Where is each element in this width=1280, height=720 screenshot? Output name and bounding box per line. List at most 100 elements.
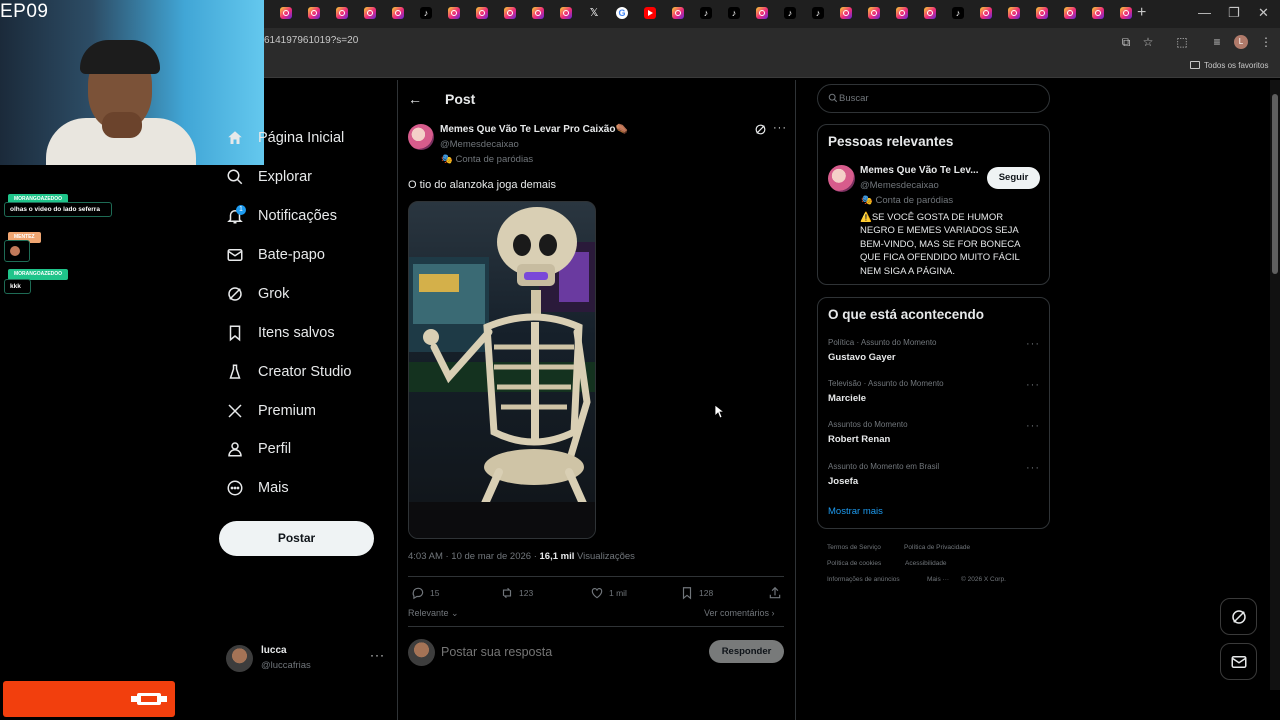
repost-action-button[interactable]: 123 (500, 586, 533, 600)
nav-item-creator-studio[interactable]: Creator Studio (226, 357, 352, 387)
footer-link[interactable]: Termos de Serviço (827, 544, 881, 551)
footer-link[interactable]: Política de Privacidade (904, 544, 970, 551)
instagram-tab-icon[interactable] (532, 7, 544, 19)
messages-float-button[interactable] (1220, 643, 1257, 680)
x-logo-icon (226, 402, 244, 420)
nav-item-bookmarks[interactable]: Itens salvos (226, 318, 335, 348)
instagram-tab-icon[interactable] (1064, 7, 1076, 19)
post-more-icon[interactable]: ··· (773, 122, 787, 134)
nav-item-home[interactable]: Página Inicial (226, 123, 344, 153)
instagram-tab-icon[interactable] (672, 7, 684, 19)
parody-account-label: 🎭 Conta de paródias (441, 154, 533, 165)
install-app-icon[interactable]: ⧉ (1118, 34, 1134, 50)
reply-input[interactable] (441, 643, 701, 661)
instagram-tab-icon[interactable] (504, 7, 516, 19)
trend-more-icon[interactable]: ··· (1026, 462, 1040, 474)
show-more-link[interactable]: Mostrar mais (828, 506, 883, 517)
trend-more-icon[interactable]: ··· (1026, 379, 1040, 391)
tiktok-tab-icon[interactable]: ♪ (952, 7, 964, 19)
bookmarks-folder[interactable]: Todos os favoritos (1190, 61, 1268, 70)
trend-item[interactable]: Assuntos do Momento Robert Renan ··· (828, 420, 1040, 456)
reply-action-button[interactable]: 15 (411, 586, 439, 600)
nav-item-profile[interactable]: Perfil (226, 434, 291, 464)
instagram-tab-icon[interactable] (924, 7, 936, 19)
instagram-tab-icon[interactable] (840, 7, 852, 19)
x-tab-icon[interactable]: 𝕏 (588, 7, 600, 19)
tiktok-tab-icon[interactable]: ♪ (700, 7, 712, 19)
restore-window-icon[interactable]: ❐ (1228, 5, 1240, 21)
grok-explain-icon[interactable] (754, 123, 767, 141)
author-handle[interactable]: @Memesdecaixao (440, 139, 519, 150)
search-box[interactable] (817, 84, 1050, 113)
nav-item-grok[interactable]: Grok (226, 279, 289, 309)
address-bar-url[interactable]: 614197961019?s=20 (264, 35, 358, 46)
nav-item-more[interactable]: Mais (226, 473, 289, 503)
instagram-tab-icon[interactable] (756, 7, 768, 19)
page-scrollbar[interactable] (1270, 80, 1280, 690)
trend-more-icon[interactable]: ··· (1026, 420, 1040, 432)
instagram-tab-icon[interactable] (1036, 7, 1048, 19)
account-more-icon[interactable]: ··· (370, 648, 385, 662)
instagram-tab-icon[interactable] (364, 7, 376, 19)
relevant-avatar[interactable] (828, 165, 855, 192)
post-media-image[interactable] (408, 201, 596, 539)
author-avatar[interactable] (408, 124, 434, 150)
instagram-tab-icon[interactable] (448, 7, 460, 19)
compose-post-button[interactable]: Postar (219, 521, 374, 556)
trend-item[interactable]: Política · Assunto do Momento Gustavo Ga… (828, 338, 1040, 374)
footer-link[interactable]: Acessibilidade (905, 560, 947, 567)
browser-menu-icon[interactable]: ⋮ (1258, 34, 1274, 50)
grok-float-button[interactable] (1220, 598, 1257, 635)
account-handle: @luccafrias (261, 660, 311, 671)
instagram-tab-icon[interactable] (280, 7, 292, 19)
instagram-tab-icon[interactable] (336, 7, 348, 19)
tiktok-tab-icon[interactable]: ♪ (784, 7, 796, 19)
post-views-label: Visualizações (574, 551, 635, 562)
nav-item-chat[interactable]: Bate-papo (226, 240, 325, 270)
bookmark-action-button[interactable]: 128 (680, 586, 713, 600)
browser-profile-avatar[interactable]: L (1234, 35, 1248, 49)
footer-link[interactable]: Informações de anúncios (827, 576, 900, 583)
search-input[interactable] (839, 91, 1039, 106)
bookmark-star-icon[interactable]: ☆ (1140, 34, 1156, 50)
instagram-tab-icon[interactable] (896, 7, 908, 19)
tiktok-tab-icon[interactable]: ♪ (420, 7, 432, 19)
extensions-icon[interactable]: ⬚ (1174, 34, 1190, 50)
youtube-tab-icon[interactable] (644, 7, 656, 19)
sort-replies-dropdown[interactable]: Relevante ⌄ (408, 608, 459, 619)
follow-button[interactable]: Seguir (987, 167, 1040, 189)
nav-item-premium[interactable]: Premium (226, 396, 316, 426)
close-window-icon[interactable]: ✕ (1258, 5, 1269, 21)
tiktok-tab-icon[interactable]: ♪ (728, 7, 740, 19)
instagram-tab-icon[interactable] (476, 7, 488, 19)
back-arrow-icon[interactable]: ← (408, 91, 422, 107)
relevant-name[interactable]: Memes Que Vão Te Lev... (860, 165, 980, 176)
like-action-button[interactable]: 1 mil (590, 586, 627, 600)
new-tab-icon[interactable]: + (1137, 4, 1146, 22)
footer-link[interactable]: Mais ··· (927, 576, 949, 583)
relevant-handle[interactable]: @Memesdecaixao (860, 180, 939, 191)
instagram-tab-icon[interactable] (308, 7, 320, 19)
minimize-window-icon[interactable]: — (1198, 5, 1211, 20)
reply-submit-button[interactable]: Responder (709, 640, 784, 663)
instagram-tab-icon[interactable] (1120, 7, 1132, 19)
google-tab-icon[interactable]: G (616, 7, 628, 19)
instagram-tab-icon[interactable] (392, 7, 404, 19)
scrollbar-thumb[interactable] (1272, 94, 1278, 274)
media-controls-icon[interactable]: ≡ (1209, 34, 1225, 50)
view-comments-link[interactable]: Ver comentários › (704, 608, 775, 618)
tiktok-tab-icon[interactable]: ♪ (812, 7, 824, 19)
instagram-tab-icon[interactable] (980, 7, 992, 19)
share-action-button[interactable] (768, 586, 787, 600)
account-switcher[interactable]: lucca @luccafrias ··· (226, 642, 386, 678)
trend-item[interactable]: Televisão · Assunto do Momento Marciele … (828, 379, 1040, 415)
author-name[interactable]: Memes Que Vão Te Levar Pro Caixão⚰️ (440, 124, 628, 135)
nav-item-explore[interactable]: Explorar (226, 162, 312, 192)
trend-more-icon[interactable]: ··· (1026, 338, 1040, 350)
instagram-tab-icon[interactable] (1008, 7, 1020, 19)
instagram-tab-icon[interactable] (1092, 7, 1104, 19)
trend-item[interactable]: Assunto do Momento em Brasil Josefa ··· (828, 462, 1040, 498)
footer-link[interactable]: Política de cookies (827, 560, 881, 567)
instagram-tab-icon[interactable] (560, 7, 572, 19)
instagram-tab-icon[interactable] (868, 7, 880, 19)
